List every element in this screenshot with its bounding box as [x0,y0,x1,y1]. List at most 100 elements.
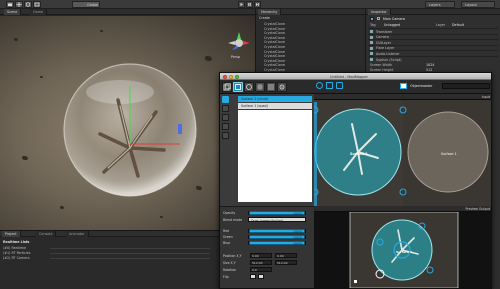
component-header[interactable]: Syphon (Script) [368,56,498,62]
add-quad-icon[interactable] [222,105,229,112]
pause-button[interactable] [246,1,253,8]
input-mode-icon[interactable] [316,82,323,89]
add-line-icon[interactable] [222,132,229,139]
layers-dropdown[interactable]: Layers [425,1,455,8]
blend-mode-dropdown[interactable]: Over (premultiplied) [248,217,306,223]
flip-h-button[interactable] [250,274,256,279]
position-label: Position X,Y [223,254,242,258]
size-x-field[interactable]: 512.00 [250,260,272,265]
surface-list-area[interactable] [238,110,312,202]
size-label: Size X,Y [223,261,236,265]
scene-gizmo-icon[interactable] [228,32,250,54]
projection-source-label: Objectmaster [410,84,433,88]
pivot-toggle[interactable]: Global [72,1,100,8]
layout-label: Layout [465,3,477,7]
hierarchy-item[interactable]: CrystalClone [264,31,285,35]
tab-hierarchy[interactable]: Hierarchy [258,9,282,15]
tab-project[interactable]: Project [2,231,21,237]
green-slider[interactable]: 100% [248,235,306,240]
move-tool-button[interactable] [15,1,23,8]
output-view[interactable]: Preview Output Surface 1 [314,206,491,288]
tab-animator-label: Animator [69,232,85,236]
hierarchy-item[interactable]: CrystalClone [264,45,285,49]
tab-inspector[interactable]: Inspector [368,9,391,15]
list-item[interactable]: (#2) RT Camera [3,256,30,260]
crystal-bubble[interactable] [60,60,200,200]
blend-mode-value: Over (premultiplied) [251,218,284,223]
play-button[interactable] [238,1,245,8]
add-circle-icon[interactable] [222,114,229,121]
hierarchy-item[interactable]: CrystalClone [264,54,285,58]
minimize-window-icon[interactable] [229,74,233,79]
display-mode-icon[interactable] [326,82,333,89]
green-label: Green [223,235,233,239]
object-name-field[interactable]: Main Camera [383,17,405,21]
settings-tab[interactable] [277,82,287,92]
madmapper-titlebar[interactable]: Untitled - MadMapper [220,73,491,80]
add-surface-icon[interactable] [222,96,229,103]
hierarchy-item[interactable]: CrystalClone [264,50,285,54]
scene-viewport[interactable]: Persp [0,16,255,230]
bottom-tab-strip: Project Console Animator [0,231,255,237]
tab-scene[interactable]: Scene [4,9,22,15]
screen-width-label: Screen Width [370,63,392,67]
add-mask-icon[interactable] [222,123,229,130]
hand-tool-button[interactable] [6,1,14,8]
layer-dropdown[interactable]: Default [452,23,464,27]
media-source-dropdown[interactable] [442,83,490,89]
debris-rock [22,156,28,160]
hierarchy-create-button[interactable]: Create [259,16,270,20]
hierarchy-item[interactable]: CrystalClone [264,63,285,67]
active-checkbox[interactable] [377,17,380,20]
hierarchy-item[interactable]: CrystalClone [264,59,285,63]
list-item[interactable]: (#0) Realtime [3,246,26,250]
component-header[interactable]: GUILayer [368,39,498,45]
madmapper-left-panel: Surface 1 (circle) Surface 1 (quad) Opac… [220,94,314,288]
input-preview[interactable] [314,100,492,206]
rotation-field[interactable]: 0.0 [250,267,272,272]
screen-width-field[interactable]: 1024 [426,63,434,67]
green-value: 100% [293,236,303,240]
component-label: Syphon (Script) [376,57,402,62]
hierarchy-item[interactable]: CrystalClone [264,40,285,44]
red-slider[interactable]: 100% [248,229,306,234]
tab-game[interactable]: Game [30,9,48,15]
surface-row[interactable]: Surface 1 (quad) [238,103,312,109]
scale-tool-button[interactable] [33,1,41,8]
hierarchy-item[interactable]: CrystalClone [264,36,285,40]
grid-tab[interactable] [255,82,265,92]
input-view[interactable]: Input Surface 1 Surface 1 [314,94,492,206]
quad-mode-tab[interactable] [233,82,243,92]
step-button[interactable] [254,1,261,8]
close-window-icon[interactable] [223,74,227,79]
zoom-window-icon[interactable] [235,74,239,79]
flip-v-button[interactable] [258,274,264,279]
tag-dropdown[interactable]: Untagged [384,23,400,27]
projector-mode-icon[interactable] [336,82,343,89]
tab-console[interactable]: Console [36,231,57,237]
move-icon [16,2,22,7]
blue-slider[interactable]: 100% [248,241,306,246]
surfaces-tab[interactable] [222,82,232,92]
mask-tab[interactable] [244,82,254,92]
position-y-field[interactable]: 0.00 [275,253,297,258]
component-header[interactable]: Camera [368,33,498,39]
opacity-slider[interactable]: 100% [248,211,306,216]
rotate-tool-button[interactable] [24,1,32,8]
debris-rock [60,206,64,209]
size-y-field[interactable]: 512.00 [275,260,297,265]
hierarchy-item[interactable]: CrystalClone [264,27,285,31]
layout-dropdown[interactable]: Layout [461,1,495,8]
component-header[interactable]: Transform [368,28,498,34]
tab-animator[interactable]: Animator [66,231,89,237]
list-item[interactable]: (#1) RT Particles [3,251,31,255]
madmapper-window[interactable]: Untitled - MadMapper Objectmaster Surfac… [219,72,492,289]
component-icon [370,46,373,50]
component-header[interactable]: Flare Layer [368,44,498,50]
component-header[interactable]: Audio Listener [368,50,498,56]
hierarchy-item[interactable]: CrystalClone [264,22,285,26]
pivot-center-label: Global [87,3,99,7]
surface-row-selected[interactable]: Surface 1 (circle) [238,96,312,102]
position-x-field[interactable]: 0.00 [250,253,272,258]
list-tab[interactable] [266,82,276,92]
